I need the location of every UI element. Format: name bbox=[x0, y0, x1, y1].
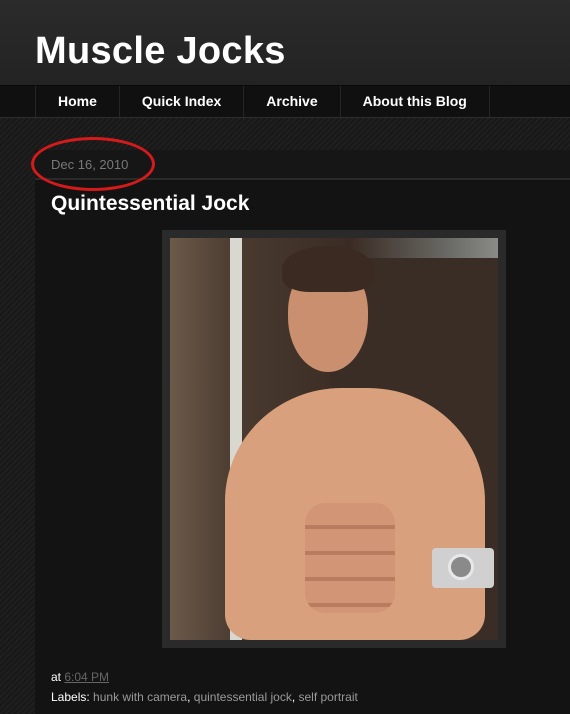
red-circle-annotation bbox=[31, 137, 155, 191]
post-timestamp: at 6:04 PM bbox=[51, 670, 109, 684]
photo-hair bbox=[282, 246, 374, 292]
post-time-link[interactable]: 6:04 PM bbox=[64, 670, 109, 684]
nav-item-about[interactable]: About this Blog bbox=[339, 86, 490, 119]
photo-abs bbox=[305, 503, 395, 613]
nav-item-home[interactable]: Home bbox=[35, 86, 119, 119]
camera-lens bbox=[448, 554, 474, 580]
blog-title[interactable]: Muscle Jocks bbox=[35, 30, 286, 73]
label-link[interactable]: quintessential jock bbox=[194, 690, 292, 704]
nav-list: Home Quick Index Archive About this Blog bbox=[35, 86, 490, 119]
nav-bar: Home Quick Index Archive About this Blog bbox=[0, 85, 570, 119]
label-separator: , bbox=[187, 690, 194, 704]
at-label: at bbox=[51, 670, 62, 684]
post-title[interactable]: Quintessential Jock bbox=[51, 192, 249, 216]
label-link[interactable]: hunk with camera bbox=[93, 690, 187, 704]
post-labels: Labels: hunk with camera, quintessential… bbox=[51, 690, 358, 704]
label-separator: , bbox=[291, 690, 299, 704]
labels-prefix: Labels: bbox=[51, 690, 90, 704]
label-link[interactable]: self portrait bbox=[299, 690, 358, 704]
post-image-frame[interactable] bbox=[162, 230, 506, 648]
nav-item-archive[interactable]: Archive bbox=[243, 86, 339, 119]
post-photo[interactable] bbox=[170, 238, 498, 640]
nav-item-quick-index[interactable]: Quick Index bbox=[118, 86, 243, 119]
blog-header: Muscle Jocks bbox=[0, 0, 570, 85]
